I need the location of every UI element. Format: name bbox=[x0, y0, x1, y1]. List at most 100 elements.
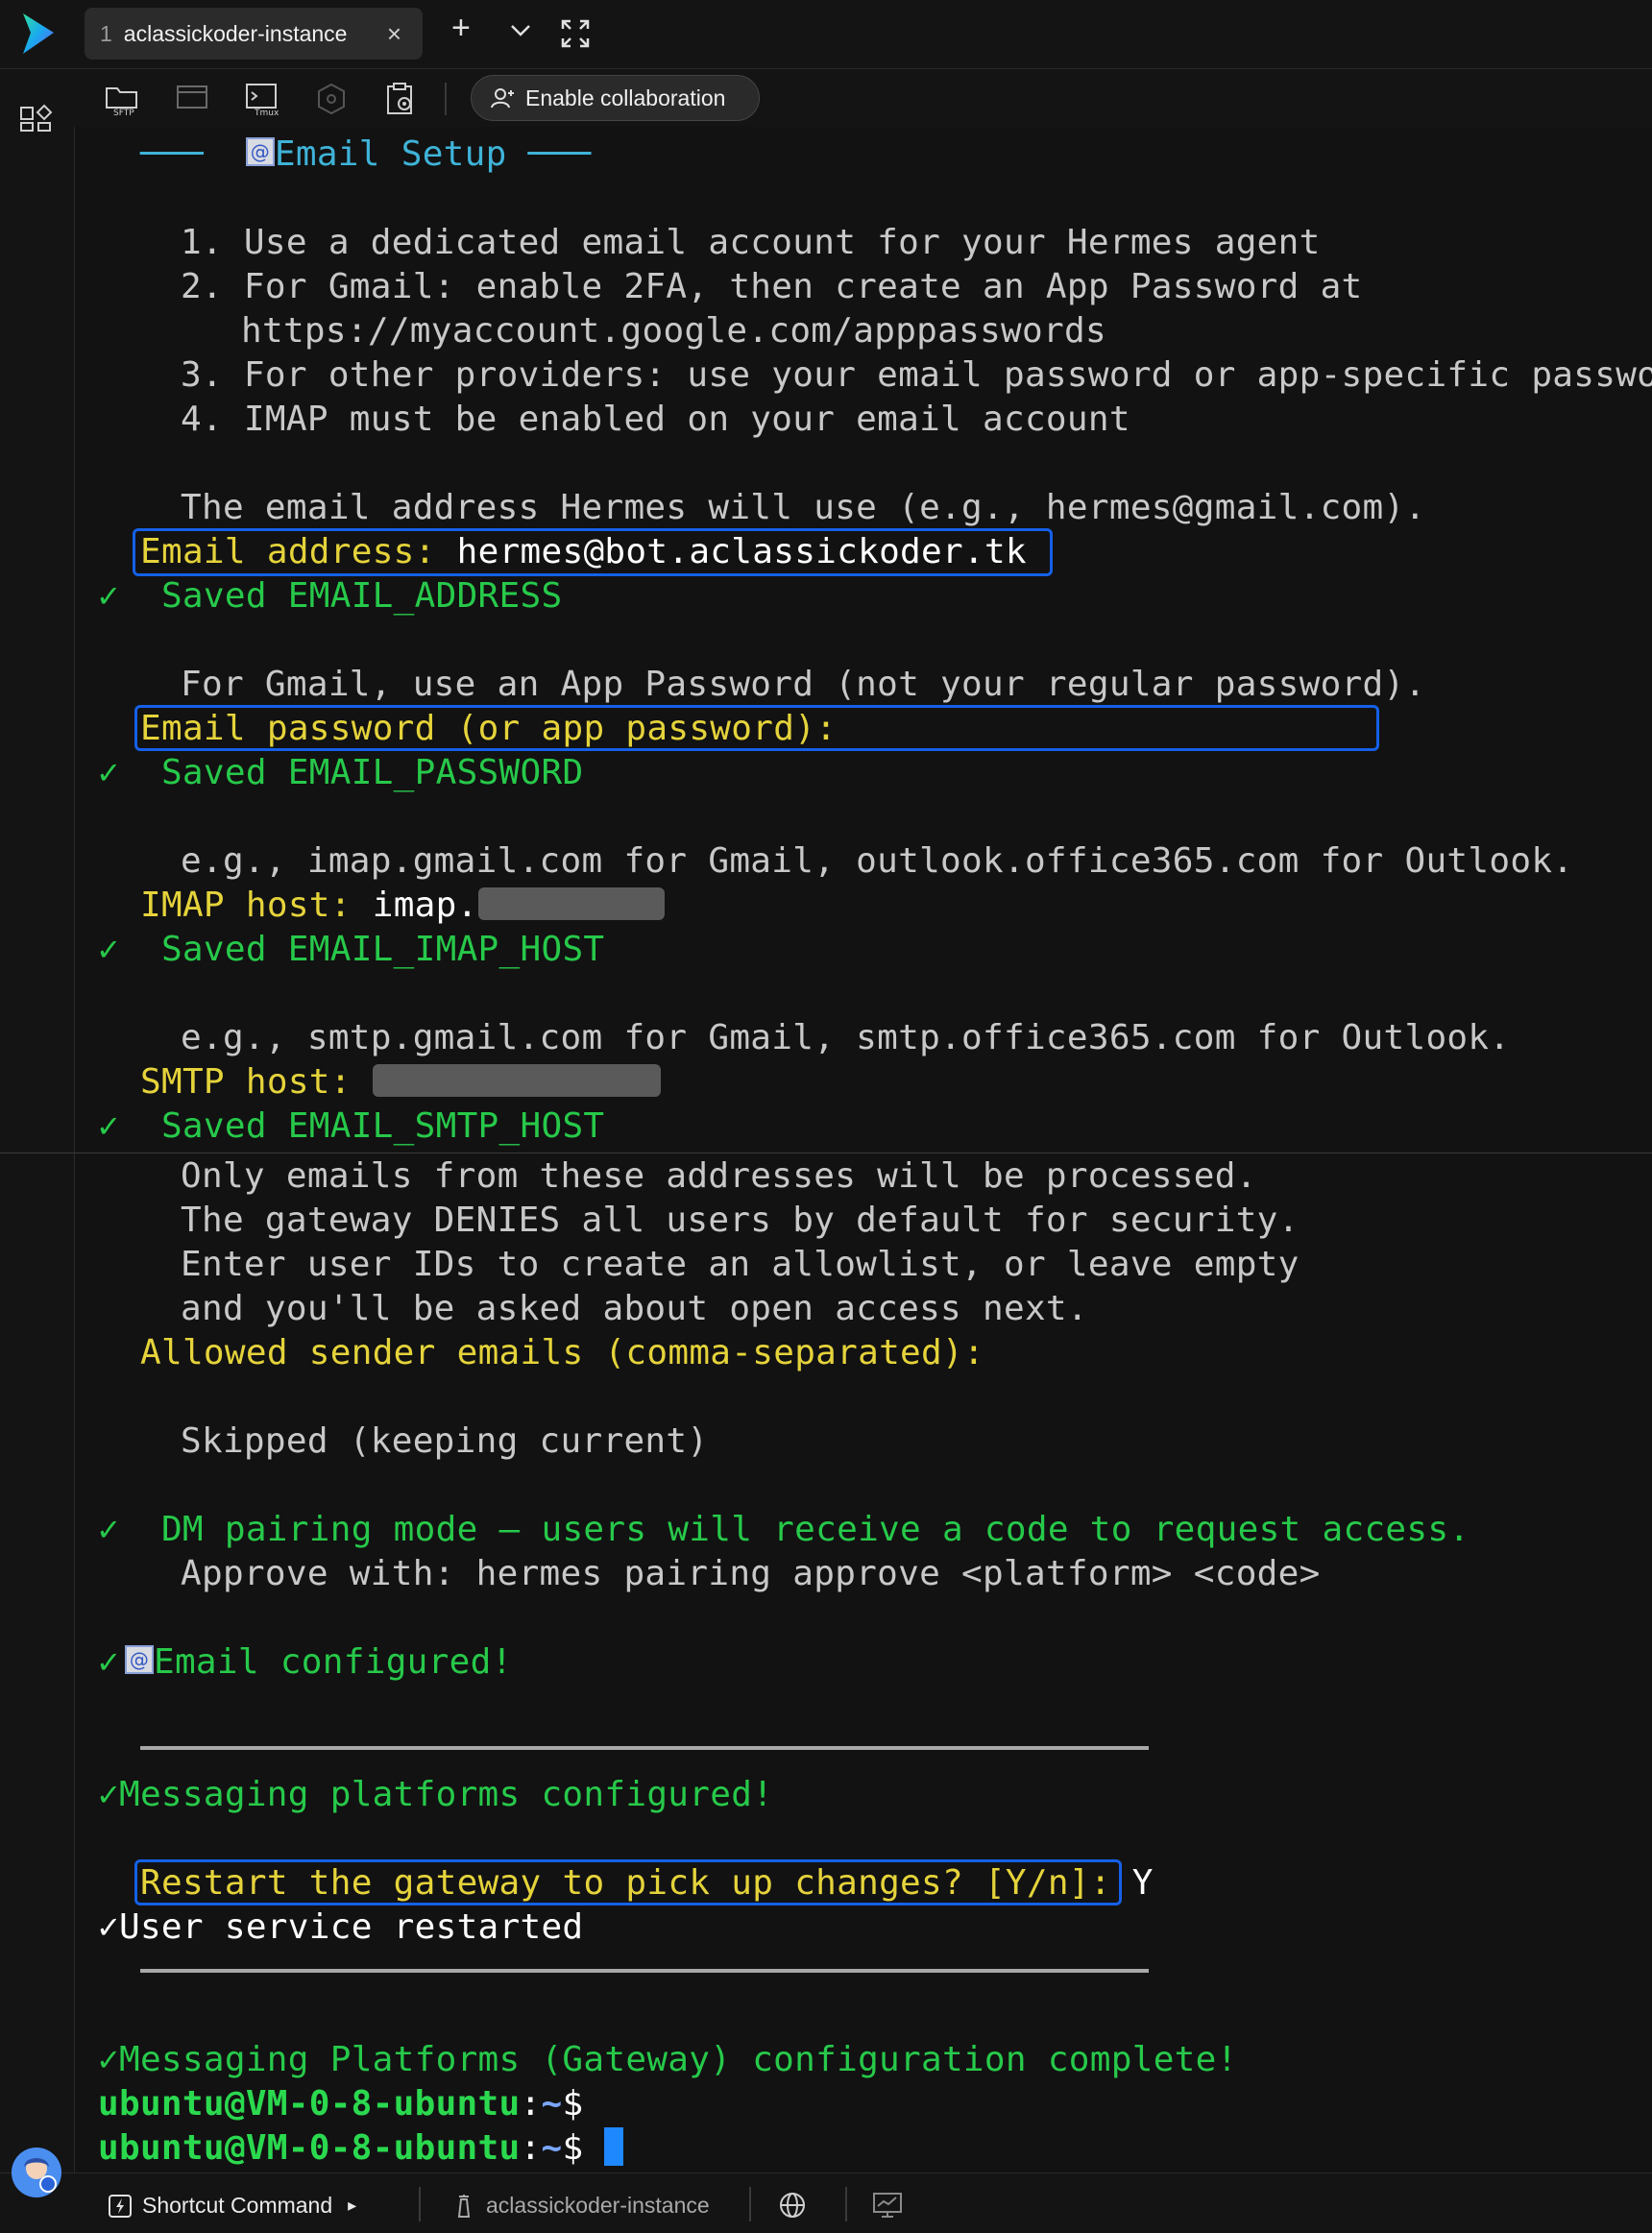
tab-aclassickoder-instance[interactable]: 1 aclassickoder-instance × bbox=[85, 8, 423, 60]
lighthouse-icon bbox=[457, 2194, 471, 2218]
check-icon: ✓ bbox=[98, 1510, 119, 1549]
check-icon: ✓ bbox=[98, 1907, 119, 1947]
add-user-icon bbox=[491, 88, 514, 109]
shortcut-command-button[interactable]: Shortcut Command ▸ bbox=[108, 2193, 356, 2219]
check-icon: ✓ bbox=[98, 1775, 119, 1814]
chevron-right-icon: ▸ bbox=[348, 2196, 357, 2215]
imap-host-value: imap. bbox=[372, 886, 478, 925]
prompt-user-host: ubuntu@VM-0-8-ubuntu bbox=[98, 2084, 521, 2124]
separator-rule bbox=[140, 1969, 1149, 1973]
redacted-smtp-host bbox=[372, 1064, 661, 1097]
restart-answer: Y bbox=[1131, 1863, 1154, 1903]
status-bar: Shortcut Command ▸ aclassickoder-instanc… bbox=[0, 2172, 1652, 2233]
separator-rule bbox=[140, 1746, 1149, 1750]
clipboard-record-icon[interactable] bbox=[382, 81, 419, 117]
restart-highlight bbox=[134, 1859, 1122, 1905]
globe-icon[interactable] bbox=[778, 2191, 807, 2220]
email-icon: @ bbox=[245, 137, 275, 166]
redacted-imap-host bbox=[477, 887, 665, 920]
service-restarted: ✓User service restarted bbox=[98, 1905, 583, 1950]
remote-desktop-icon[interactable] bbox=[175, 81, 211, 117]
shell-prompt-active[interactable]: ubuntu@VM-0-8-ubuntu:~$ bbox=[98, 2126, 624, 2171]
messaging-configured: ✓Messaging platforms configured! bbox=[98, 1773, 773, 1817]
saved-email-address: ✓ Saved EMAIL_ADDRESS bbox=[98, 574, 562, 619]
email-setup-title: Email Setup bbox=[274, 134, 507, 174]
prompt-separator: : bbox=[520, 2084, 542, 2124]
prompt-dollar: $ bbox=[562, 2128, 584, 2168]
email-configured-label: Email configured! bbox=[153, 1642, 513, 1682]
step-2: 2. For Gmail: enable 2FA, then create an… bbox=[181, 267, 1363, 306]
imap-host-prompt: IMAP host: bbox=[140, 886, 373, 925]
smtp-hint: e.g., smtp.gmail.com for Gmail, smtp.off… bbox=[181, 1018, 1511, 1057]
sftp-icon[interactable]: SFTP bbox=[104, 81, 140, 117]
saved-password-label: Saved EMAIL_PASSWORD bbox=[160, 753, 584, 792]
smtp-host-prompt: SMTP host: bbox=[140, 1062, 373, 1102]
shell-prompt: ubuntu@VM-0-8-ubuntu:~$ bbox=[98, 2082, 583, 2126]
title-bar: 1 aclassickoder-instance × + bbox=[0, 0, 1652, 69]
settings-hex-icon[interactable] bbox=[313, 81, 350, 117]
left-rail bbox=[0, 127, 75, 2172]
status-divider bbox=[845, 2187, 847, 2221]
instance-label: aclassickoder-instance bbox=[486, 2193, 710, 2218]
collaboration-label: Enable collaboration bbox=[525, 85, 726, 110]
email-address-highlight bbox=[133, 528, 1053, 576]
chevron-down-icon[interactable] bbox=[509, 23, 532, 38]
check-icon: ✓ bbox=[98, 753, 119, 792]
allowed-senders-prompt: Allowed sender emails (comma-separated): bbox=[140, 1333, 984, 1372]
password-hint: For Gmail, use an App Password (not your… bbox=[181, 665, 1426, 704]
step-1: 1. Use a dedicated email account for you… bbox=[181, 223, 1321, 262]
status-divider bbox=[749, 2187, 751, 2221]
check-icon: ✓ bbox=[98, 576, 119, 616]
saved-smtp-label: Saved EMAIL_SMTP_HOST bbox=[160, 1106, 605, 1146]
dm-pairing-mode: ✓ DM pairing mode — users will receive a… bbox=[98, 1508, 1470, 1552]
shortcut-command-label: Shortcut Command bbox=[142, 2193, 333, 2218]
prompt-dollar: $ bbox=[562, 2084, 584, 2124]
allowlist-info-3: Enter user IDs to create an allowlist, o… bbox=[181, 1245, 1300, 1284]
tab-title: aclassickoder-instance bbox=[123, 20, 348, 46]
saved-email-label: Saved EMAIL_ADDRESS bbox=[160, 576, 563, 616]
tmux-label: Tmux bbox=[254, 109, 279, 117]
terminal-cursor bbox=[604, 2127, 624, 2166]
imap-host-line: IMAP host: imap. bbox=[140, 884, 665, 928]
new-tab-icon[interactable]: + bbox=[451, 10, 471, 47]
instance-indicator[interactable]: aclassickoder-instance bbox=[451, 2193, 710, 2219]
avatar[interactable] bbox=[12, 2148, 61, 2197]
messaging-configured-label: Messaging platforms configured! bbox=[118, 1775, 774, 1814]
email-configured: ✓ @ Email configured! bbox=[98, 1640, 513, 1685]
saved-smtp-host: ✓ Saved EMAIL_SMTP_HOST bbox=[98, 1104, 604, 1149]
apps-icon[interactable] bbox=[19, 104, 56, 133]
allowlist-info-1: Only emails from these addresses will be… bbox=[181, 1156, 1257, 1196]
saved-imap-host: ✓ Saved EMAIL_IMAP_HOST bbox=[98, 928, 604, 972]
lightning-icon bbox=[109, 2194, 132, 2218]
prompt-path: ~ bbox=[541, 2128, 563, 2168]
header-rule-right: ─── bbox=[527, 134, 592, 174]
imap-hint: e.g., imap.gmail.com for Gmail, outlook.… bbox=[181, 841, 1574, 881]
close-tab-icon[interactable]: × bbox=[387, 19, 401, 49]
check-icon: ✓ bbox=[98, 930, 119, 969]
config-complete: ✓Messaging Platforms (Gateway) configura… bbox=[98, 2038, 1238, 2082]
avatar-image bbox=[12, 2148, 61, 2197]
tab-number: 1 bbox=[100, 20, 112, 46]
tmux-icon[interactable]: Tmux bbox=[244, 81, 280, 117]
check-icon: ✓ bbox=[98, 1106, 119, 1146]
email-setup-header: ─── @ Email Setup ─── bbox=[140, 133, 592, 177]
enable-collaboration-button[interactable]: Enable collaboration bbox=[471, 75, 760, 121]
fullscreen-icon[interactable] bbox=[561, 19, 590, 48]
saved-email-password: ✓ Saved EMAIL_PASSWORD bbox=[98, 751, 583, 795]
step-4: 4. IMAP must be enabled on your email ac… bbox=[181, 400, 1130, 439]
email-password-highlight bbox=[134, 705, 1379, 751]
terminal-output[interactable]: ─── @ Email Setup ─── 1. Use a dedicated … bbox=[75, 127, 1652, 2172]
smtp-host-line: SMTP host: bbox=[140, 1060, 661, 1104]
step-3: 3. For other providers: use your email p… bbox=[181, 355, 1652, 395]
service-restarted-label: User service restarted bbox=[118, 1907, 584, 1947]
prompt-user-host: ubuntu@VM-0-8-ubuntu bbox=[98, 2128, 521, 2168]
prompt-separator: : bbox=[520, 2128, 542, 2168]
email-address-hint: The email address Hermes will use (e.g.,… bbox=[181, 488, 1426, 527]
saved-imap-label: Saved EMAIL_IMAP_HOST bbox=[160, 930, 605, 969]
allowlist-info-2: The gateway DENIES all users by default … bbox=[181, 1201, 1300, 1240]
sftp-label: SFTP bbox=[113, 109, 134, 117]
monitor-icon[interactable] bbox=[872, 2191, 903, 2220]
approve-instructions: Approve with: hermes pairing approve <pl… bbox=[181, 1554, 1321, 1593]
check-icon: ✓ bbox=[98, 2040, 119, 2079]
step-2-url: https://myaccount.google.com/apppassword… bbox=[241, 311, 1106, 351]
